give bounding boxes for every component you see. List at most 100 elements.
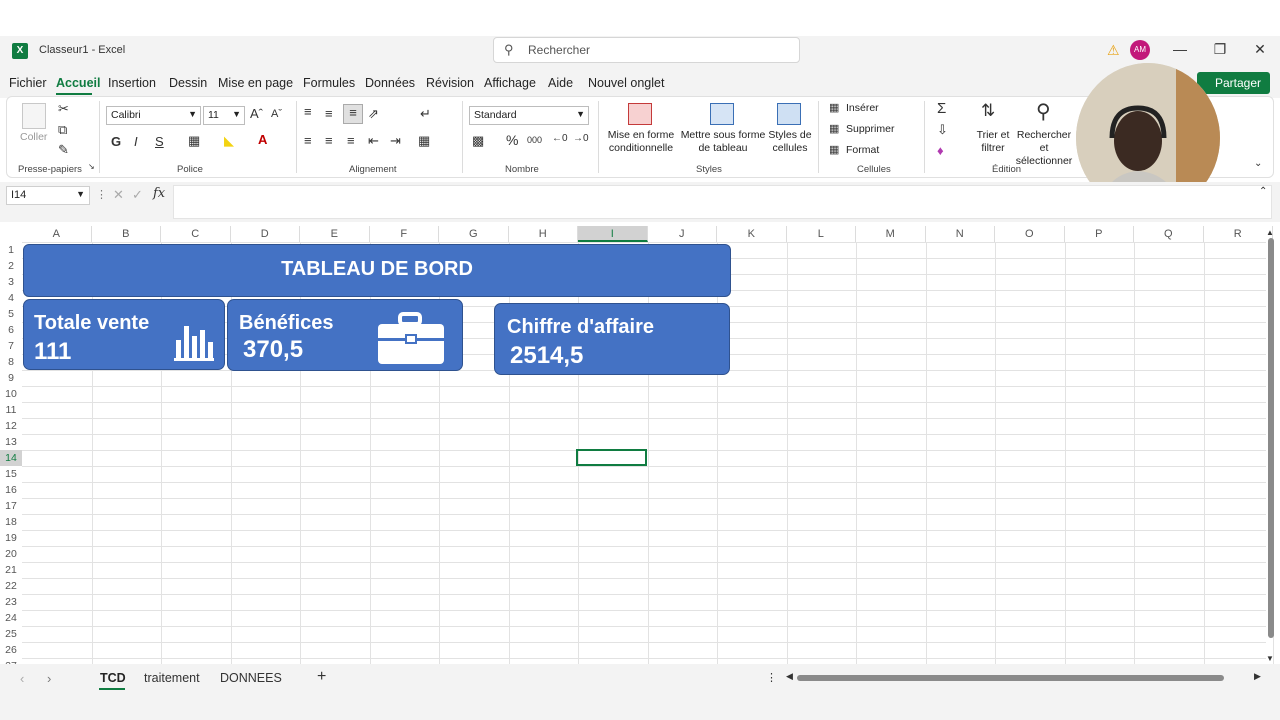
column-header[interactable]: N (926, 226, 995, 242)
more-options-icon[interactable]: ⋮ (96, 188, 107, 201)
italic-button[interactable]: I (134, 134, 138, 149)
horizontal-scrollbar[interactable] (797, 675, 1224, 681)
font-name-combo[interactable]: Calibri ▼ (106, 106, 201, 125)
column-header[interactable]: R (1204, 226, 1273, 242)
card-total-sales[interactable]: Totale vente 111 (23, 299, 225, 370)
borders-icon[interactable]: ▦ (188, 133, 200, 149)
column-header[interactable]: F (370, 226, 439, 242)
format-cells-button[interactable]: Format (846, 144, 879, 157)
row-header[interactable]: 6 (0, 322, 22, 338)
find-select-button[interactable]: Rechercher et sélectionner (1012, 129, 1076, 168)
decrease-decimal-icon[interactable]: →0 (573, 133, 589, 144)
insert-cells-icon[interactable]: ▦ (829, 101, 839, 114)
row-header[interactable]: 21 (0, 562, 22, 578)
font-size-combo[interactable]: 11 ▼ (203, 106, 245, 125)
column-header[interactable]: C (161, 226, 231, 242)
fill-color-icon[interactable]: ◣ (224, 133, 234, 149)
dialog-launcher-icon[interactable]: ↘ (88, 162, 95, 171)
row-header[interactable]: 8 (0, 354, 22, 370)
scroll-down-arrow-icon[interactable]: ▼ (1266, 654, 1274, 663)
menu-affichage[interactable]: Affichage (484, 76, 536, 90)
align-center-icon[interactable]: ≡ (325, 133, 333, 148)
scroll-up-arrow-icon[interactable]: ▲ (1266, 228, 1274, 237)
menu-formules[interactable]: Formules (303, 76, 355, 90)
row-header[interactable]: 13 (0, 434, 22, 450)
currency-icon[interactable]: ▩ (472, 133, 484, 149)
delete-cells-icon[interactable]: ▦ (829, 122, 839, 135)
font-color-icon[interactable]: A (258, 132, 267, 147)
menu-accueil[interactable]: Accueil (56, 76, 100, 90)
align-bottom-icon[interactable]: ≡ (343, 104, 363, 124)
dashboard-title[interactable]: TABLEAU DE BORD (23, 244, 731, 297)
selected-cell[interactable] (576, 449, 647, 466)
search-box[interactable]: ⚲ Rechercher (493, 37, 800, 63)
increase-indent-icon[interactable]: ⇥ (390, 133, 401, 149)
cut-icon[interactable]: ✂ (58, 101, 69, 117)
column-header[interactable]: M (856, 226, 926, 242)
column-header[interactable]: J (648, 226, 717, 242)
sheet-tab-tcd[interactable]: TCD (100, 671, 126, 685)
sheet-tab-traitement[interactable]: traitement (144, 671, 200, 685)
cancel-entry-icon[interactable]: ✕ (113, 187, 124, 203)
menu-dessin[interactable]: Dessin (169, 76, 207, 90)
column-header[interactable]: B (92, 226, 161, 242)
delete-cells-button[interactable]: Supprimer (846, 123, 894, 136)
fill-icon[interactable]: ⇩ (937, 122, 948, 138)
cell-styles-icon[interactable] (777, 103, 801, 125)
share-button[interactable]: Partager (1197, 72, 1270, 94)
decrease-font-icon[interactable]: Aˇ (271, 108, 282, 120)
row-header[interactable]: 11 (0, 402, 22, 418)
paste-icon[interactable] (22, 103, 46, 129)
name-box[interactable]: I14 ▼ (6, 186, 90, 205)
autosum-icon[interactable]: Σ (937, 100, 946, 117)
row-header[interactable]: 1 (0, 242, 22, 258)
conditional-format-icon[interactable] (628, 103, 652, 125)
sheet-tab-donnees[interactable]: DONNEES (220, 671, 282, 685)
confirm-entry-icon[interactable]: ✓ (132, 187, 143, 203)
row-header[interactable]: 9 (0, 370, 22, 386)
column-header[interactable]: K (717, 226, 787, 242)
insert-function-icon[interactable]: fx (153, 186, 165, 201)
row-header[interactable]: 3 (0, 274, 22, 290)
scroll-right-icon[interactable]: › (47, 671, 51, 686)
column-header[interactable]: G (439, 226, 509, 242)
row-header[interactable]: 10 (0, 386, 22, 402)
column-header[interactable]: D (231, 226, 300, 242)
column-header[interactable]: H (509, 226, 578, 242)
vertical-scrollbar[interactable] (1268, 238, 1274, 638)
menu-insertion[interactable]: Insertion (108, 76, 156, 90)
align-left-icon[interactable]: ≡ (304, 133, 312, 148)
restore-icon[interactable]: ❐ (1210, 41, 1230, 58)
column-header[interactable]: O (995, 226, 1065, 242)
align-middle-icon[interactable]: ≡ (325, 106, 333, 121)
number-format-combo[interactable]: Standard ▼ (469, 106, 589, 125)
row-header[interactable]: 22 (0, 578, 22, 594)
increase-decimal-icon[interactable]: ←0 (552, 133, 568, 144)
align-right-icon[interactable]: ≡ (347, 133, 355, 148)
format-table-icon[interactable] (710, 103, 734, 125)
row-header[interactable]: 23 (0, 594, 22, 610)
row-header[interactable]: 2 (0, 258, 22, 274)
menu-fichier[interactable]: Fichier (9, 76, 47, 90)
sort-filter-icon[interactable]: ⇅ (981, 101, 995, 121)
column-header[interactable]: P (1065, 226, 1134, 242)
row-header[interactable]: 17 (0, 498, 22, 514)
menu-mise-en-page[interactable]: Mise en page (218, 76, 293, 90)
row-header[interactable]: 20 (0, 546, 22, 562)
row-header[interactable]: 26 (0, 642, 22, 658)
formula-input[interactable] (173, 185, 1272, 219)
row-header[interactable]: 4 (0, 290, 22, 306)
scroll-left-arrow-icon[interactable]: ◀ (786, 671, 793, 682)
bold-button[interactable]: G (111, 134, 121, 149)
wrap-text-icon[interactable]: ↵ (420, 106, 431, 122)
merge-center-icon[interactable]: ▦ (418, 133, 430, 149)
sort-filter-button[interactable]: Trier et filtrer (972, 129, 1014, 155)
insert-cells-button[interactable]: Insérer (846, 102, 879, 115)
menu-nouvel-onglet[interactable]: Nouvel onglet (588, 76, 664, 90)
menu-revision[interactable]: Révision (426, 76, 474, 90)
card-profit[interactable]: Bénéfices 370,5 (227, 299, 463, 371)
collapse-ribbon-icon[interactable]: ⌄ (1254, 158, 1262, 169)
row-header[interactable]: 7 (0, 338, 22, 354)
column-header[interactable]: A (22, 226, 92, 242)
scroll-left-icon[interactable]: ‹ (20, 671, 24, 686)
